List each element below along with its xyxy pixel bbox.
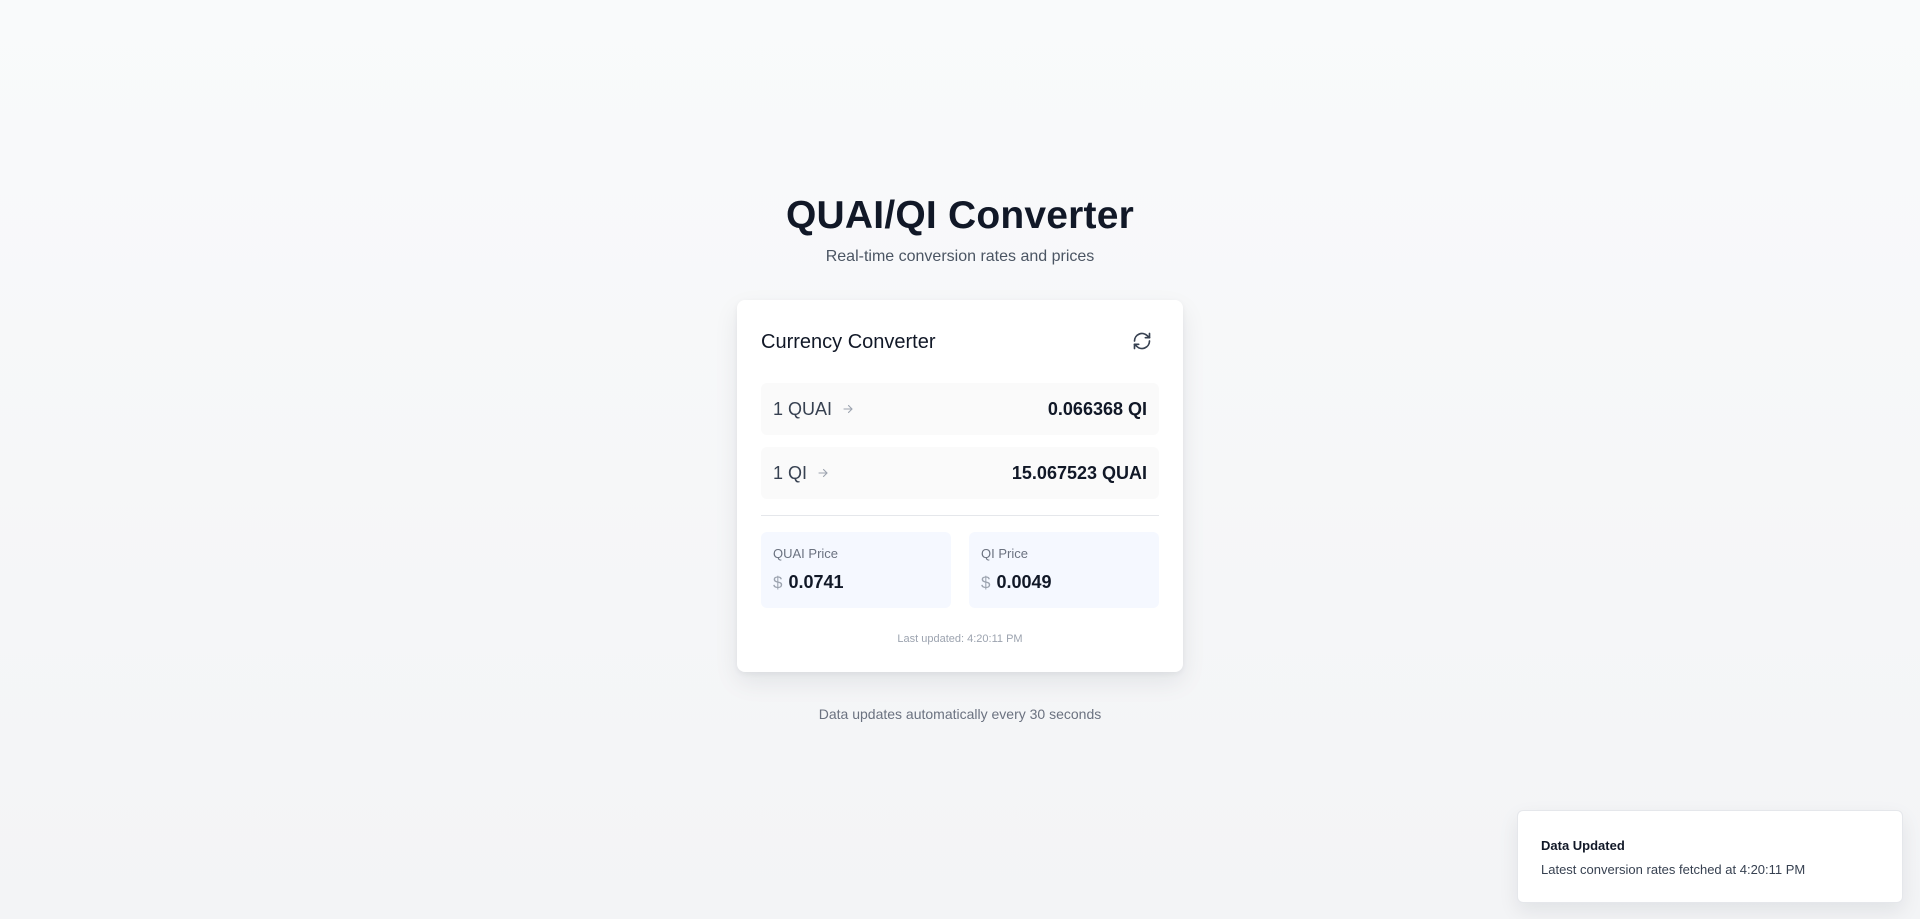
rate-row-qi-to-quai: 1 QI 15.067523 QUAI: [761, 447, 1159, 499]
arrow-right-icon: [842, 403, 854, 415]
auto-update-note: Data updates automatically every 30 seco…: [818, 706, 1102, 722]
price-box-qi: QI Price $ 0.0049: [969, 532, 1159, 608]
divider: [761, 515, 1159, 516]
price-value: 0.0049: [996, 572, 1052, 592]
toast-notification[interactable]: Data Updated Latest conversion rates fet…: [1517, 810, 1903, 903]
price-label: QI Price: [981, 546, 1028, 561]
price-label: QUAI Price: [773, 546, 839, 561]
rate-row-quai-to-qi: 1 QUAI 0.066368 QI: [761, 383, 1159, 435]
rate-to-value: 15.067523 QUAI: [1011, 462, 1147, 483]
arrow-right-icon: [817, 467, 829, 479]
refresh-button[interactable]: [1125, 324, 1159, 358]
page-title: QUAI/QI Converter: [786, 194, 1134, 237]
dollar-icon: $: [981, 572, 991, 592]
rate-from-label: 1 QI: [773, 462, 808, 483]
price-value: 0.0741: [788, 572, 844, 592]
converter-title: Currency Converter: [761, 331, 936, 353]
converter-card: Currency Converter 1 QUAI 0.066368 QI 1 …: [737, 300, 1183, 672]
dollar-icon: $: [773, 572, 783, 592]
toast-title: Data Updated: [1541, 838, 1625, 853]
toast-message: Latest conversion rates fetched at 4:20:…: [1541, 862, 1806, 877]
last-updated-text: Last updated: 4:20:11 PM: [897, 633, 1023, 645]
rate-from-label: 1 QUAI: [773, 398, 833, 419]
refresh-icon: [1133, 332, 1151, 350]
page-subtitle: Real-time conversion rates and prices: [825, 248, 1095, 265]
page-header: QUAI/QI Converter Real-time conversion r…: [0, 190, 1920, 268]
rate-to-value: 0.066368 QI: [1047, 398, 1147, 419]
price-box-quai: QUAI Price $ 0.0741: [761, 532, 951, 608]
